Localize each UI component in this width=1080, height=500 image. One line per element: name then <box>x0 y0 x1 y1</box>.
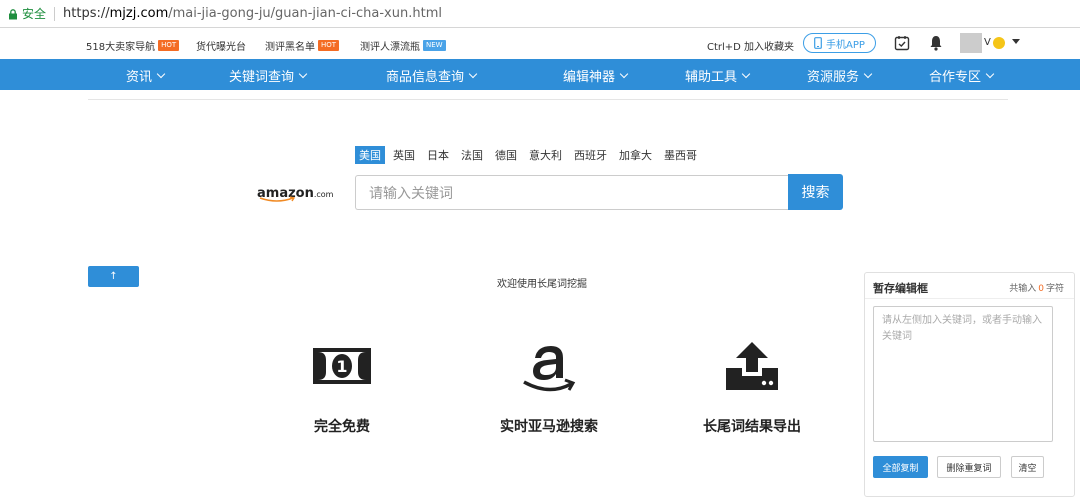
char-count: 共输入 0 字符 <box>1009 281 1064 294</box>
toplink-drift-bottle[interactable]: 测评人漂流瓶 NEW <box>360 38 446 53</box>
app-button-label: 手机APP <box>826 39 865 51</box>
chevron-down-icon[interactable] <box>1012 39 1020 44</box>
phone-icon <box>814 37 822 49</box>
tab-country-it[interactable]: 意大利 <box>525 146 566 164</box>
nav-product-query[interactable]: 商品信息查询 <box>386 66 478 85</box>
browser-address-bar: 安全 https://mjzj.com/mai-jia-gong-ju/guan… <box>0 0 1080 28</box>
bell-icon[interactable] <box>929 35 943 54</box>
nav-resources[interactable]: 资源服务 <box>807 66 873 85</box>
chevron-down-icon <box>985 69 995 78</box>
toplink-label: 货代曝光台 <box>196 42 246 53</box>
new-badge: NEW <box>423 40 446 51</box>
tab-country-mx[interactable]: 墨西哥 <box>660 146 701 164</box>
toplink-blacklist[interactable]: 测评黑名单 HOT <box>265 38 340 53</box>
nav-label: 合作专区 <box>929 70 982 85</box>
url-field[interactable]: https://mjzj.com/mai-jia-gong-ju/guan-ji… <box>63 6 442 21</box>
toplink-label: 测评黑名单 <box>265 42 315 53</box>
secure-label: 安全 <box>22 7 47 21</box>
toplink-seller-nav[interactable]: 518大卖家导航 HOT <box>86 38 180 53</box>
chevron-down-icon <box>156 69 166 78</box>
keyword-textarea[interactable]: 请从左侧加入关键词，或者手动输入关键词 <box>873 306 1053 442</box>
divider <box>88 99 1008 100</box>
tab-country-de[interactable]: 德国 <box>491 146 521 164</box>
nav-cooperation[interactable]: 合作专区 <box>929 66 995 85</box>
feature-free: 1 完全免费 <box>292 342 392 436</box>
nav-editor-tools[interactable]: 编辑神器 <box>563 66 629 85</box>
nav-helper-tools[interactable]: 辅助工具 <box>685 66 751 85</box>
amazon-logo: amazon.com <box>257 182 333 204</box>
toplink-label: 518大卖家导航 <box>86 42 156 53</box>
chevron-down-icon <box>619 69 629 78</box>
feature-label: 完全免费 <box>314 419 370 435</box>
divider <box>865 298 1074 299</box>
feature-realtime-amazon: 实时亚马逊搜索 <box>489 338 609 436</box>
scroll-up-button[interactable]: ↑ <box>88 266 139 287</box>
char-count-value: 0 <box>1038 284 1044 294</box>
nav-label: 资讯 <box>126 70 153 85</box>
remove-duplicates-button[interactable]: 删除重复词 <box>937 456 1001 478</box>
divider <box>54 6 56 21</box>
country-tabs: 美国 英国 日本 法国 德国 意大利 西班牙 加拿大 墨西哥 <box>355 146 705 164</box>
nav-keyword-query[interactable]: 关键词查询 <box>229 66 308 85</box>
tab-country-jp[interactable]: 日本 <box>423 146 453 164</box>
nav-label: 辅助工具 <box>685 70 738 85</box>
url-path: /mai-jia-gong-ju/guan-jian-ci-cha-xun.ht… <box>168 6 442 21</box>
search-input[interactable]: 请输入关键词 <box>355 175 788 210</box>
nav-label: 商品信息查询 <box>386 70 465 85</box>
feature-label: 实时亚马逊搜索 <box>500 419 598 435</box>
amazon-logo-suffix: .com <box>313 190 334 199</box>
calendar-icon[interactable] <box>894 35 910 54</box>
feature-export: 长尾词结果导出 <box>692 340 812 436</box>
amazon-smile-icon <box>259 196 296 202</box>
svg-text:1: 1 <box>336 357 347 376</box>
search-button[interactable]: 搜索 <box>788 174 843 210</box>
chevron-down-icon <box>468 69 478 78</box>
char-count-prefix: 共输入 <box>1009 284 1037 294</box>
avatar[interactable] <box>960 33 982 53</box>
url-scheme: https:// <box>63 6 110 21</box>
welcome-text: 欢迎使用长尾词挖掘 <box>497 279 587 290</box>
vip-sun-icon <box>993 37 1005 49</box>
tab-country-uk[interactable]: 英国 <box>389 146 419 164</box>
chevron-down-icon <box>863 69 873 78</box>
nav-label: 关键词查询 <box>229 70 295 85</box>
panel-title: 暂存编辑框 <box>873 282 928 295</box>
upload-icon <box>726 342 778 390</box>
chevron-down-icon <box>741 69 751 78</box>
url-host: mjzj.com <box>109 6 169 21</box>
toplink-forwarder[interactable]: 货代曝光台 <box>196 38 246 53</box>
chevron-down-icon <box>298 69 308 78</box>
hot-badge: HOT <box>158 40 180 51</box>
feature-label: 长尾词结果导出 <box>703 419 801 435</box>
user-name: V <box>984 37 991 48</box>
tab-country-es[interactable]: 西班牙 <box>570 146 611 164</box>
copy-all-button[interactable]: 全部复制 <box>873 456 928 478</box>
nav-label: 资源服务 <box>807 70 860 85</box>
temp-edit-panel: 暂存编辑框 共输入 0 字符 请从左侧加入关键词，或者手动输入关键词 全部复制 删除… <box>864 272 1075 497</box>
hot-badge: HOT <box>318 40 340 51</box>
tab-country-ca[interactable]: 加拿大 <box>615 146 656 164</box>
top-links-bar: 518大卖家导航 HOT 货代曝光台 测评黑名单 HOT 测评人漂流瓶 NEW … <box>0 28 1080 59</box>
nav-news[interactable]: 资讯 <box>126 66 166 85</box>
tab-country-fr[interactable]: 法国 <box>457 146 487 164</box>
amazon-icon <box>523 346 576 392</box>
add-favorite-link[interactable]: Ctrl+D 加入收藏夹 <box>707 38 794 53</box>
char-count-suffix: 字符 <box>1045 284 1064 294</box>
toplink-label: 测评人漂流瓶 <box>360 42 420 53</box>
tab-country-us[interactable]: 美国 <box>355 146 385 164</box>
mobile-app-button[interactable]: 手机APP <box>803 33 876 53</box>
nav-label: 编辑神器 <box>563 70 616 85</box>
lock-icon <box>8 8 18 19</box>
money-icon: 1 <box>313 348 371 384</box>
main-nav: 资讯 关键词查询 商品信息查询 编辑神器 辅助工具 资源服务 合作专区 <box>0 59 1080 90</box>
clear-button[interactable]: 清空 <box>1011 456 1044 478</box>
